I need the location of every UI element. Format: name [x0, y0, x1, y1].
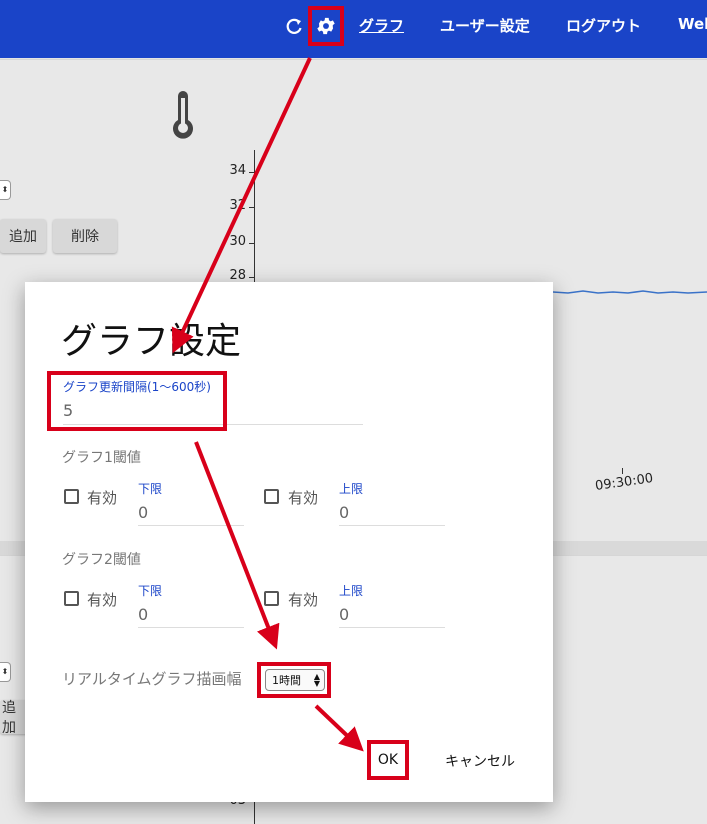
graph2-upper-label: 上限	[339, 584, 364, 598]
graph1-lower-label: 下限	[138, 482, 163, 496]
graph2-upper-field[interactable]: 上限 0	[339, 582, 445, 628]
nav-logout-link[interactable]: ログアウト	[566, 15, 641, 36]
nav-web-link[interactable]: Web	[678, 15, 707, 33]
select-stub[interactable]: ⬍	[0, 180, 11, 200]
graph2-lower-field[interactable]: 下限 0	[138, 582, 244, 628]
graph1-upper-underline	[339, 525, 445, 526]
interval-highlight-box	[47, 371, 227, 431]
graph1-upper-label: 上限	[339, 482, 364, 496]
graph1-upper-enabled-label: 有効	[288, 489, 319, 507]
y-tick	[249, 277, 254, 278]
series-line	[553, 290, 707, 294]
top-navbar: グラフ ユーザー設定 ログアウト Web	[0, 0, 707, 58]
nav-graph-link[interactable]: グラフ	[359, 15, 404, 36]
ok-highlight-box	[367, 740, 409, 780]
settings-button[interactable]	[308, 6, 344, 46]
add-button[interactable]: 追加	[0, 219, 46, 253]
graph2-lower-label: 下限	[138, 584, 163, 598]
graph1-lower-value[interactable]: 0	[138, 503, 244, 522]
graph1-upper-value[interactable]: 0	[339, 503, 445, 522]
graph2-upper-enabled-label: 有効	[288, 591, 319, 609]
x-tick	[622, 468, 623, 474]
refresh-icon[interactable]	[284, 16, 304, 36]
select-stub[interactable]: ⬍	[0, 662, 11, 682]
graph1-lower-enabled-label: 有効	[87, 489, 118, 507]
realtime-width-label: リアルタイムグラフ描画幅	[62, 670, 242, 688]
graph2-lower-enabled-label: 有効	[87, 591, 118, 609]
graph2-lower-underline	[138, 627, 244, 628]
graph2-lower-enabled-checkbox[interactable]	[64, 591, 79, 606]
graph1-lower-enabled-checkbox[interactable]	[64, 489, 79, 504]
delete-button[interactable]: 削除	[53, 219, 117, 253]
graph1-upper-field[interactable]: 上限 0	[339, 480, 445, 526]
select-highlight-box	[257, 662, 331, 698]
y-tick	[249, 207, 254, 208]
y-tick-label: 30	[229, 234, 246, 249]
y-tick-label: 34	[229, 163, 246, 178]
graph2-upper-underline	[339, 627, 445, 628]
graph1-lower-underline	[138, 525, 244, 526]
graph2-upper-enabled-checkbox[interactable]	[264, 591, 279, 606]
y-tick-label: 28	[229, 268, 246, 283]
dialog-title: グラフ設定	[61, 321, 242, 362]
thermometer-icon	[173, 91, 193, 139]
graph2-lower-value[interactable]: 0	[138, 605, 244, 624]
graph2-upper-value[interactable]: 0	[339, 605, 445, 624]
gear-icon	[317, 17, 335, 35]
graph1-upper-enabled-checkbox[interactable]	[264, 489, 279, 504]
graph1-lower-field[interactable]: 下限 0	[138, 480, 244, 526]
y-tick	[249, 172, 254, 173]
y-tick	[249, 243, 254, 244]
add-button-2[interactable]: 追加	[0, 700, 28, 736]
cancel-button[interactable]: キャンセル	[445, 751, 515, 771]
graph1-threshold-title: グラフ1閾値	[62, 450, 141, 466]
graph2-threshold-title: グラフ2閾値	[62, 552, 141, 568]
y-tick-label: 32	[229, 198, 246, 213]
graph-settings-dialog: グラフ設定 グラフ更新間隔(1〜600秒) 5 グラフ1閾値 有効 下限 0 有…	[25, 282, 553, 802]
nav-user-settings-link[interactable]: ユーザー設定	[440, 15, 530, 36]
